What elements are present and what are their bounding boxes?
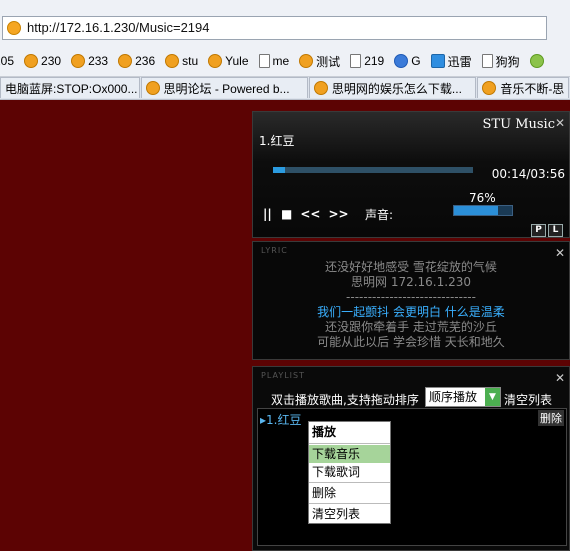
close-icon[interactable]: ✕: [555, 116, 565, 130]
menu-item-clear-list[interactable]: 清空列表: [309, 505, 390, 523]
lyric-line: 还没好好地感受 雪花绽放的气候: [325, 260, 497, 274]
lyric-line: ------------------------------: [346, 290, 476, 304]
tab-icon: [313, 81, 328, 95]
volume-slider[interactable]: [453, 205, 513, 216]
url-text: http://172.16.1.230/Music=2194: [27, 20, 210, 35]
bookmark-item[interactable]: stu: [165, 54, 198, 68]
document-icon: [350, 54, 362, 68]
lyric-panel: LYRIC ✕ 还没好好地感受 雪花绽放的气候 思明网 172.16.1.230-…: [252, 241, 570, 360]
lyric-toggle-button[interactable]: L: [548, 224, 563, 237]
pause-button[interactable]: ||: [263, 207, 273, 221]
lyric-line: 我们一起颤抖 会更明白 什么是温柔: [317, 305, 505, 319]
context-menu: 播放 下载音乐 下载歌词 删除 清空列表: [308, 421, 391, 524]
bookmark-icon: [208, 54, 223, 68]
menu-separator: [309, 482, 390, 483]
time-display: 00:14/03:56: [491, 167, 565, 181]
bookmark-icon: [529, 54, 544, 68]
bookmark-icon: [299, 54, 314, 68]
address-bar-area: http://172.16.1.230/Music=2194: [0, 0, 570, 47]
browser-tab[interactable]: 电脑蓝屏:STOP:Ox000...: [0, 77, 140, 98]
playlist-list: ▸1.红豆 删除: [257, 408, 567, 546]
playlist-item[interactable]: ▸1.红豆: [260, 411, 301, 428]
bookmark-item[interactable]: 狗狗: [481, 53, 520, 70]
clear-list-link[interactable]: 清空列表: [504, 391, 552, 408]
document-icon: [481, 54, 493, 68]
menu-separator: [309, 443, 390, 444]
volume-fill: [454, 206, 499, 215]
bookmark-item[interactable]: me: [258, 54, 289, 68]
bookmark-item[interactable]: G: [394, 54, 421, 68]
delete-button[interactable]: 删除: [538, 410, 564, 426]
menu-item-download-music[interactable]: 下载音乐: [309, 445, 390, 463]
lyric-line: 可能从此以后 学会珍惜 天长和地久: [317, 335, 505, 349]
volume-label: 声音:: [365, 208, 394, 222]
site-icon: [7, 21, 21, 35]
bookmark-item[interactable]: 219: [350, 54, 384, 68]
previous-button[interactable]: <<: [300, 207, 320, 221]
volume-percent: 76%: [469, 191, 496, 205]
player-brand: STU Music: [482, 117, 555, 132]
lyric-title: LYRIC: [261, 246, 288, 255]
playlist-toggle-button[interactable]: P: [531, 224, 546, 237]
bookmark-icon: [24, 54, 39, 68]
close-icon[interactable]: ✕: [555, 371, 565, 385]
menu-separator: [309, 503, 390, 504]
playlist-panel: PLAYLIST ✕ 双击播放歌曲,支持拖动排序 顺序播放 ▼ 清空列表 ▸1.…: [252, 366, 570, 551]
google-icon: [394, 54, 409, 68]
bookmark-icon: [71, 54, 86, 68]
bookmark-item[interactable]: Yule: [208, 54, 249, 68]
menu-item-download-lyric[interactable]: 下载歌词: [309, 463, 390, 481]
close-icon[interactable]: ✕: [555, 246, 565, 260]
menu-item-play[interactable]: 播放: [309, 422, 390, 442]
menu-item-delete[interactable]: 删除: [309, 484, 390, 502]
playlist-hint: 双击播放歌曲,支持拖动排序: [271, 393, 419, 407]
bookmarks-bar: 205 230 233 236 stu Yule me 测试 219 G 迅雷 …: [0, 46, 570, 77]
next-button[interactable]: >>: [328, 207, 348, 221]
bookmark-item[interactable]: [529, 54, 547, 68]
tab-icon: [482, 81, 497, 95]
xunlei-icon: [430, 54, 445, 68]
bookmark-item[interactable]: 230: [24, 54, 61, 68]
lyric-line: 思明网 172.16.1.230: [351, 275, 471, 289]
lyric-lines: 还没好好地感受 雪花绽放的气候 思明网 172.16.1.230 ---------…: [253, 260, 569, 350]
bookmark-item[interactable]: 测试: [299, 53, 340, 70]
music-player: STU Music ✕ 1.红豆 00:14/03:56 || ■ << >> …: [252, 111, 570, 238]
progress-fill: [273, 167, 285, 173]
lyric-line: 还没跟你牵着手 走过荒芜的沙丘: [325, 320, 497, 334]
document-icon: [258, 54, 270, 68]
bookmark-item[interactable]: 236: [118, 54, 155, 68]
now-playing-title: 1.红豆: [259, 134, 295, 148]
tab-icon: [145, 81, 160, 95]
playlist-title: PLAYLIST: [261, 371, 305, 380]
progress-bar[interactable]: [273, 167, 473, 173]
bookmark-item[interactable]: 迅雷: [430, 53, 472, 70]
chevron-down-icon: ▼: [485, 388, 500, 406]
bookmark-item[interactable]: 233: [71, 54, 108, 68]
stop-button[interactable]: ■: [281, 207, 292, 221]
browser-tab[interactable]: 思明论坛 - Powered b...: [140, 77, 308, 98]
play-mode-select[interactable]: 顺序播放 ▼: [425, 387, 501, 407]
tab-bar: 电脑蓝屏:STOP:Ox000... 思明论坛 - Powered b... 思…: [0, 77, 570, 100]
address-input[interactable]: http://172.16.1.230/Music=2194: [2, 16, 547, 40]
bookmark-item[interactable]: 205: [0, 54, 14, 68]
bookmark-icon: [118, 54, 133, 68]
browser-tab[interactable]: 音乐不断-思: [477, 77, 569, 98]
browser-tab[interactable]: 思明网的娱乐怎么下载...: [308, 77, 477, 98]
bookmark-icon: [165, 54, 180, 68]
